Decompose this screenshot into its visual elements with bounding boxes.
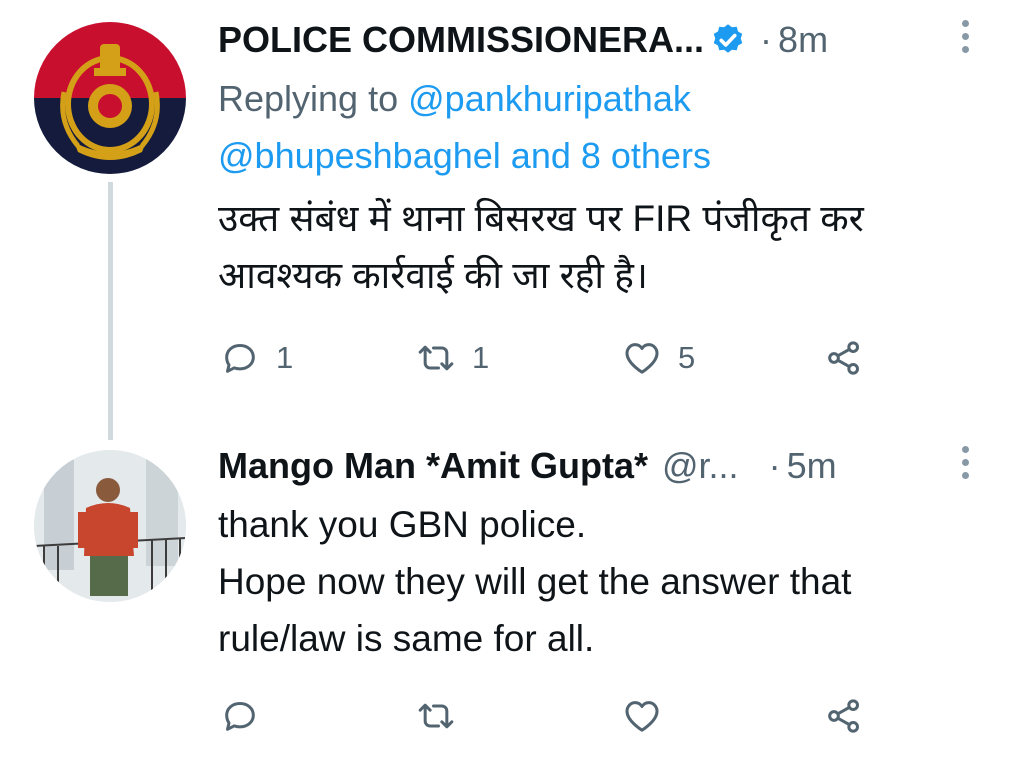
retweet-icon <box>418 703 454 729</box>
tweet-text-line: उक्त संबंध में थाना बिसरख पर FIR पंजीकृत… <box>218 198 864 239</box>
reply-count: 1 <box>276 340 294 375</box>
tweet-header: Mango Man *Amit Gupta* @r... · 5m <box>218 444 837 488</box>
reply-button[interactable]: 1 <box>220 338 293 378</box>
retweet-button[interactable]: 1 <box>416 338 489 378</box>
user-avatar[interactable] <box>34 450 186 602</box>
replying-user-link[interactable]: @pankhuripathak <box>408 78 691 119</box>
tweet-text: उक्त संबंध में थाना बिसरख पर FIR पंजीकृत… <box>218 190 998 304</box>
replying-to: Replying to @pankhuripathak @bhupeshbagh… <box>218 70 918 184</box>
like-icon <box>625 701 659 732</box>
share-icon <box>828 341 859 375</box>
replying-prefix: Replying to <box>218 78 399 119</box>
more-options-icon[interactable] <box>962 20 972 59</box>
police-emblem-icon <box>34 22 186 174</box>
tweet-time[interactable]: 5m <box>787 445 837 487</box>
reply-icon <box>225 702 255 731</box>
reply-button[interactable] <box>220 696 260 736</box>
more-options-icon[interactable] <box>962 446 972 485</box>
like-button[interactable]: 5 <box>622 338 695 378</box>
share-button[interactable] <box>824 338 864 378</box>
like-count: 5 <box>678 340 696 375</box>
share-icon <box>828 699 859 733</box>
share-button[interactable] <box>824 696 864 736</box>
tweet-text-line: आवश्यक कार्रवाई की जा रही है। <box>218 255 648 296</box>
tweet-header: POLICE COMMISSIONERA... · 8m <box>218 18 828 62</box>
author-name[interactable]: Mango Man *Amit Gupta* <box>218 445 648 487</box>
like-icon <box>625 343 659 374</box>
verified-badge-icon <box>713 24 743 53</box>
retweet-count: 1 <box>472 340 490 375</box>
like-button[interactable] <box>622 696 662 736</box>
separator-dot: · <box>760 19 773 60</box>
replying-user-link[interactable]: @bhupeshbaghel <box>218 135 501 176</box>
separator-dot: · <box>768 445 781 486</box>
replying-others-link[interactable]: and 8 others <box>511 135 711 176</box>
police-avatar[interactable] <box>34 22 186 174</box>
tweet-text-line: Hope now they will get the answer that <box>218 561 852 602</box>
tweet-text: thank you GBN police. Hope now they will… <box>218 496 998 667</box>
tweet-text-line: rule/law is same for all. <box>218 618 595 659</box>
author-name[interactable]: POLICE COMMISSIONERA... <box>218 19 704 61</box>
retweet-button[interactable] <box>416 696 456 736</box>
author-handle[interactable]: @r... <box>662 445 739 487</box>
thread-connector-line <box>108 182 113 440</box>
retweet-icon <box>418 345 454 371</box>
tweet-text-line: thank you GBN police. <box>218 504 587 545</box>
person-photo-icon <box>34 450 186 602</box>
tweet-time[interactable]: 8m <box>778 19 828 61</box>
reply-icon <box>225 344 255 373</box>
